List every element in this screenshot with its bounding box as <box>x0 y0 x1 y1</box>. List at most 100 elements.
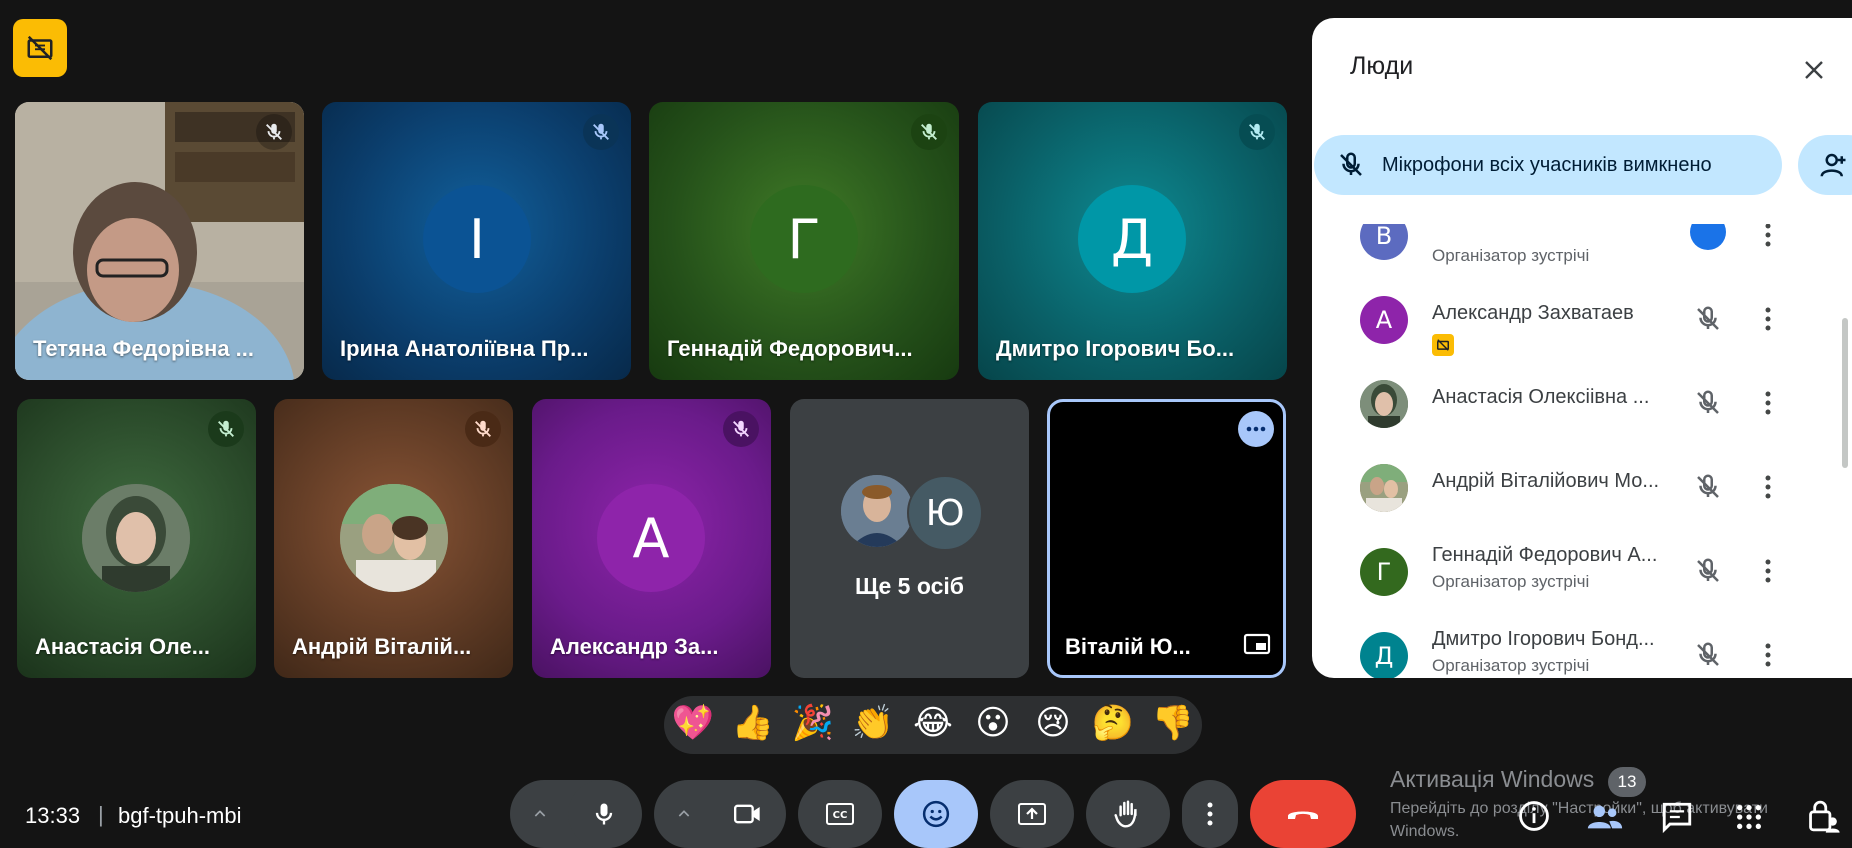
meeting-separator: | <box>98 802 104 827</box>
participant-row[interactable]: Андрій Віталійович Мо... <box>1312 446 1852 530</box>
participant-name: Анастасія Олексіівна ... <box>1432 386 1650 408</box>
svg-text:CC: CC <box>833 810 848 821</box>
participant-mic-button[interactable] <box>1693 556 1723 591</box>
participant-more-button[interactable] <box>1764 306 1772 337</box>
participant-more-button[interactable] <box>1764 558 1772 589</box>
video-controls <box>654 780 786 848</box>
participant-mic-button[interactable] <box>1693 640 1723 675</box>
mute-all-chip[interactable]: Мікрофони всіх учасників вимкнено <box>1314 135 1782 195</box>
reaction-crying[interactable]: 😢 <box>1030 700 1076 746</box>
avatar: А <box>597 484 705 592</box>
participant-name: Геннадій Федорович А... <box>1432 544 1658 566</box>
host-controls-button[interactable] <box>1806 798 1840 834</box>
participant-row[interactable]: Анастасія Олексіівна ... <box>1312 362 1852 446</box>
more-options-button[interactable] <box>1238 411 1274 447</box>
camera-button[interactable] <box>712 780 784 848</box>
mic-off-icon <box>1697 558 1719 582</box>
participant-row[interactable]: А Александр Захватаев <box>1312 278 1852 362</box>
participant-tile[interactable]: Д Дмитро Ігорович Бо... <box>978 102 1287 380</box>
more-vert-icon <box>1765 224 1771 247</box>
reaction-laughing[interactable]: 😂 <box>910 700 956 746</box>
close-panel-button[interactable] <box>1792 48 1836 92</box>
participant-mic-button[interactable] <box>1693 472 1723 507</box>
mic-off-indicator <box>723 411 759 447</box>
reaction-clapping[interactable]: 👏 <box>850 700 896 746</box>
reaction-thumbs-down[interactable]: 👎 <box>1150 700 1196 746</box>
add-people-chip[interactable] <box>1798 135 1852 195</box>
reaction-thinking[interactable]: 🤔 <box>1090 700 1136 746</box>
people-panel: Люди Мікрофони всіх учасників вимкнено В… <box>1312 18 1852 678</box>
participant-tile[interactable]: А Александр За... <box>532 399 771 678</box>
participant-tile[interactable]: Тетяна Федорівна ... <box>15 102 304 380</box>
participant-more-button[interactable] <box>1764 224 1772 253</box>
mic-off-icon <box>1697 390 1719 414</box>
raise-hand-button[interactable] <box>1086 780 1170 848</box>
participant-row[interactable]: Г Геннадій Федорович А... Організатор зу… <box>1312 530 1852 614</box>
avatar: А <box>1360 296 1408 344</box>
windows-activation-title: Активація Windows <box>1390 766 1595 792</box>
participant-name: Дмитро Ігорович Бо... <box>996 336 1235 361</box>
participant-mic-button[interactable] <box>1693 304 1723 339</box>
participant-more-button[interactable] <box>1764 642 1772 673</box>
participant-name: Геннадій Федорович... <box>667 336 913 361</box>
info-icon <box>1519 801 1549 831</box>
reaction-surprised[interactable]: 😮 <box>970 700 1016 746</box>
chat-button[interactable] <box>1660 800 1694 834</box>
apps-grid-icon <box>1737 805 1761 829</box>
participant-mic-button[interactable] <box>1693 388 1723 423</box>
leave-call-button[interactable] <box>1250 780 1356 848</box>
participant-name: Ірина Анатоліївна Пр... <box>340 336 589 361</box>
video-options-button[interactable] <box>656 780 712 848</box>
more-vert-icon <box>1765 391 1771 415</box>
video-off-icon <box>27 35 53 61</box>
present-button[interactable] <box>990 780 1074 848</box>
participant-more-button[interactable] <box>1764 390 1772 421</box>
avatar <box>1360 380 1408 428</box>
more-vert-icon <box>1765 475 1771 499</box>
people-button[interactable] <box>1585 799 1625 835</box>
participant-row[interactable]: Д Дмитро Ігорович Бонд... Організатор зу… <box>1312 614 1852 678</box>
more-vert-icon <box>1765 643 1771 667</box>
person-add-icon <box>1820 153 1846 177</box>
participant-row[interactable]: В Організатор зустрічі <box>1312 224 1852 278</box>
reactions-button[interactable] <box>894 780 978 848</box>
present-to-all-icon <box>1018 803 1046 825</box>
audio-options-button[interactable] <box>512 780 568 848</box>
participant-tile[interactable]: Андрій Віталій... <box>274 399 513 678</box>
meeting-details-button[interactable] <box>1517 799 1551 833</box>
people-count-badge: 13 <box>1608 767 1646 797</box>
meeting-time: 13:33 <box>25 803 81 828</box>
no-video-badge[interactable] <box>13 19 67 77</box>
people-icon <box>1587 805 1623 829</box>
participant-name: Александр Захватаев <box>1432 302 1634 324</box>
participant-more-button[interactable] <box>1764 474 1772 505</box>
avatar <box>1360 464 1408 512</box>
microphone-button[interactable] <box>568 780 640 848</box>
mic-off-icon <box>921 123 937 140</box>
mic-off-indicator <box>465 411 501 447</box>
pip-icon[interactable] <box>1243 632 1271 661</box>
participant-name: Тетяна Федорівна ... <box>33 336 254 361</box>
emoji-icon <box>922 800 950 828</box>
mic-off-icon <box>1340 152 1362 176</box>
list-scrollbar[interactable] <box>1842 318 1848 468</box>
mute-all-label: Мікрофони всіх учасників вимкнено <box>1382 153 1712 176</box>
more-options-button[interactable] <box>1182 780 1238 848</box>
participant-tile[interactable]: Г Геннадій Федорович... <box>649 102 959 380</box>
participant-tile[interactable]: І Ірина Анатоліївна Пр... <box>322 102 631 380</box>
mic-off-icon <box>218 420 234 437</box>
mic-off-indicator <box>1239 114 1275 150</box>
reaction-sparkling-heart[interactable]: 💖 <box>670 700 716 746</box>
more-participants-tile[interactable]: Ю Ще 5 осіб <box>790 399 1029 678</box>
participant-name: Віталій Ю... <box>1065 634 1191 659</box>
self-view-tile[interactable]: Віталій Ю... <box>1047 399 1286 678</box>
chat-icon <box>1662 802 1692 834</box>
reaction-party-popper[interactable]: 🎉 <box>790 700 836 746</box>
more-horiz-icon <box>1246 426 1266 432</box>
windows-activation-line2: Windows. <box>1390 823 1460 840</box>
activities-button[interactable] <box>1733 801 1765 833</box>
participant-tile[interactable]: Анастасія Оле... <box>17 399 256 678</box>
reaction-thumbs-up[interactable]: 👍 <box>730 700 776 746</box>
participant-role: Організатор зустрічі <box>1432 572 1590 591</box>
captions-button[interactable]: CC <box>798 780 882 848</box>
